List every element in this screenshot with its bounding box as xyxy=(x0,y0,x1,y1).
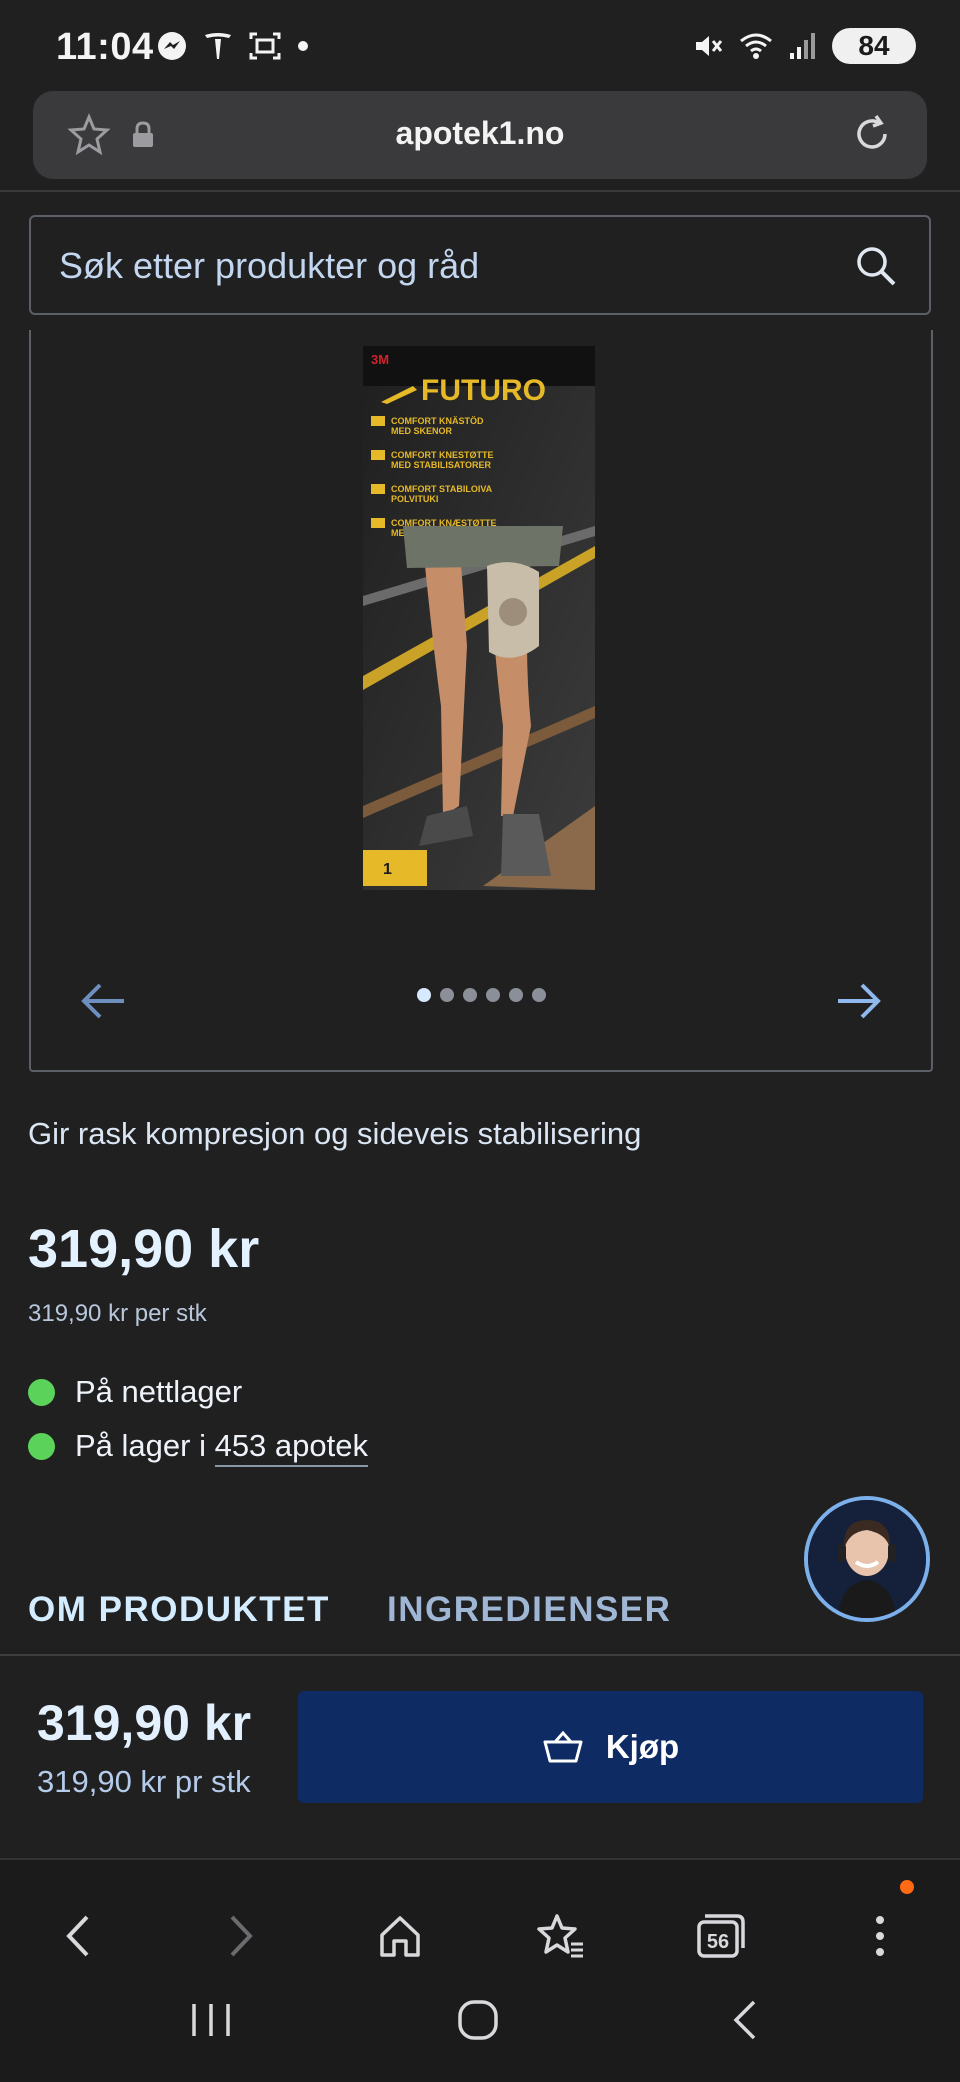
brand-3m-logo: 3M xyxy=(371,352,389,367)
wifi-icon xyxy=(740,33,772,59)
address-bar[interactable]: apotek1.no xyxy=(33,91,927,179)
assistant-portrait-icon xyxy=(808,1500,926,1618)
menu-notification-dot xyxy=(900,1880,914,1894)
tesla-icon xyxy=(205,33,231,59)
carousel-pagination[interactable] xyxy=(31,988,931,1002)
tab-about-product[interactable]: OM PRODUKTET xyxy=(28,1590,330,1630)
recent-apps-icon xyxy=(192,2004,230,2036)
recent-apps-button[interactable] xyxy=(186,2000,236,2045)
screenshot-icon xyxy=(249,32,281,60)
bookmarks-star-icon xyxy=(537,1914,583,1958)
menu-button[interactable] xyxy=(840,1896,920,1976)
messenger-icon xyxy=(158,32,186,60)
tabs-button[interactable]: 56 xyxy=(680,1896,760,1976)
futuro-logo: FUTURO xyxy=(421,374,546,407)
svg-text:MED SKENOR: MED SKENOR xyxy=(391,426,453,436)
search-placeholder: Søk etter produkter og råd xyxy=(59,245,480,286)
status-time: 11:04 xyxy=(56,26,154,68)
sticky-price: 319,90 kr xyxy=(37,1695,252,1751)
forward-button[interactable] xyxy=(201,1896,281,1976)
search-input[interactable]: Søk etter produkter og råd xyxy=(29,215,931,315)
product-image: 3M FUTURO COMFORT KNÄSTÖD MED SKENOR COM… xyxy=(363,346,595,890)
sticky-unit-price: 319,90 kr pr stk xyxy=(37,1764,251,1799)
carousel-dot[interactable] xyxy=(439,988,454,1002)
in-stock-indicator xyxy=(28,1432,55,1460)
back-button[interactable] xyxy=(38,1896,118,1976)
reload-icon[interactable] xyxy=(849,111,895,157)
svg-text:MED STABILISATORER: MED STABILISATORER xyxy=(391,460,492,470)
chevron-left-icon xyxy=(66,1915,89,1957)
carousel-dot[interactable] xyxy=(531,988,546,1002)
search-icon[interactable] xyxy=(853,243,899,289)
more-vertical-icon xyxy=(876,1916,884,1956)
tab-ingredients[interactable]: INGREDIENSER xyxy=(387,1590,671,1630)
back-chevron-icon xyxy=(733,2000,756,2040)
sticky-bar-divider xyxy=(0,1654,960,1656)
android-home-button[interactable] xyxy=(456,1998,500,2047)
tabs-icon: 56 xyxy=(697,1914,745,1958)
stock-online-label: På nettlager xyxy=(75,1374,243,1409)
browser-toolbar: 56 xyxy=(0,1858,960,2082)
unit-price: 319,90 kr per stk xyxy=(28,1300,207,1327)
dot-icon xyxy=(298,41,308,51)
svg-text:POLVITUKI: POLVITUKI xyxy=(391,494,438,504)
home-button[interactable] xyxy=(360,1896,440,1976)
carousel-dot[interactable] xyxy=(416,988,431,1002)
carousel-next-button[interactable] xyxy=(823,966,893,1036)
chat-assistant-avatar[interactable] xyxy=(804,1496,930,1622)
battery-indicator: 84 xyxy=(832,28,916,64)
browser-divider xyxy=(0,190,960,192)
arrow-right-icon xyxy=(838,983,881,1019)
buy-button-label: Kjøp xyxy=(605,1728,680,1765)
svg-text:1: 1 xyxy=(383,861,392,878)
signal-icon xyxy=(790,33,815,59)
android-back-button[interactable] xyxy=(730,1996,760,2049)
url-text[interactable]: apotek1.no xyxy=(33,115,927,152)
product-price: 319,90 kr xyxy=(28,1219,260,1279)
bookmarks-button[interactable] xyxy=(520,1896,600,1976)
home-icon xyxy=(380,1916,420,1957)
battery-level: 84 xyxy=(858,30,890,61)
product-image-carousel[interactable]: 3M FUTURO COMFORT KNÄSTÖD MED SKENOR COM… xyxy=(29,330,933,1072)
stores-link[interactable]: 453 apotek xyxy=(214,1428,368,1467)
home-circle-icon xyxy=(458,2000,498,2040)
buy-button[interactable]: Kjøp xyxy=(298,1691,923,1803)
carousel-dot[interactable] xyxy=(508,988,523,1002)
svg-text:COMFORT KNÄSTÖD: COMFORT KNÄSTÖD xyxy=(391,416,484,426)
in-stock-indicator xyxy=(28,1378,55,1406)
stock-stores: På lager i 453 apotek xyxy=(28,1428,368,1467)
chevron-right-icon xyxy=(230,1915,253,1957)
svg-text:COMFORT STABILOIVA: COMFORT STABILOIVA xyxy=(391,484,493,494)
status-icons-left xyxy=(156,30,310,62)
carousel-dot[interactable] xyxy=(462,988,477,1002)
product-tagline: Gir rask kompresjon og sideveis stabilis… xyxy=(28,1116,642,1151)
svg-text:COMFORT KNESTØTTE: COMFORT KNESTØTTE xyxy=(391,450,494,460)
stock-stores-label: På lager i xyxy=(75,1428,215,1463)
tabs-count: 56 xyxy=(707,1931,729,1953)
basket-icon xyxy=(543,1730,583,1763)
mute-icon xyxy=(696,36,723,56)
stock-online: På nettlager xyxy=(28,1374,242,1410)
carousel-dot[interactable] xyxy=(485,988,500,1002)
status-icons-right: 84 xyxy=(692,28,916,64)
